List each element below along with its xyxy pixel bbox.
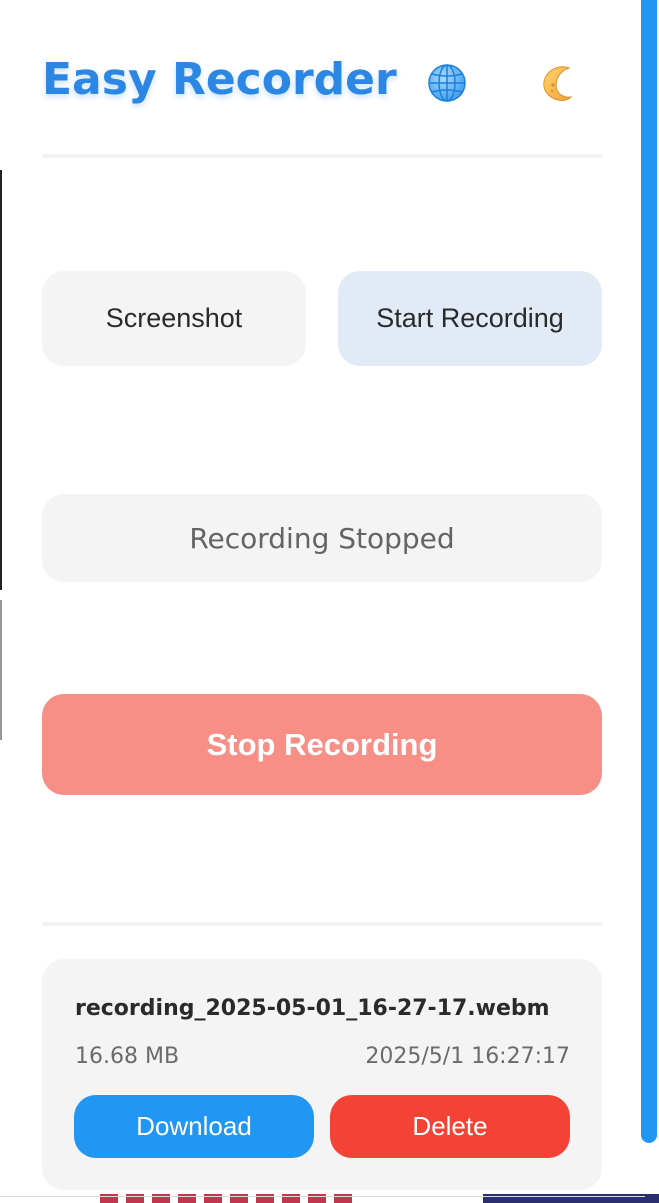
download-button[interactable]: Download <box>74 1095 314 1158</box>
language-button[interactable] <box>424 60 470 106</box>
scrollbar-thumb[interactable] <box>641 0 657 1143</box>
recording-timestamp: 2025/5/1 16:27:17 <box>365 1044 570 1069</box>
theme-toggle-button[interactable] <box>536 60 582 106</box>
recording-item: recording_2025-05-01_16-27-17.webm 16.68… <box>42 959 602 1190</box>
app-title: Easy Recorder <box>42 54 397 105</box>
start-recording-button[interactable]: Start Recording <box>338 271 602 366</box>
screenshot-button[interactable]: Screenshot <box>42 271 306 366</box>
moon-icon <box>543 66 573 101</box>
window-edge-lower <box>0 600 2 740</box>
popup-border <box>0 1196 645 1197</box>
stop-recording-button[interactable]: Stop Recording <box>42 694 602 795</box>
window-edge <box>0 170 2 590</box>
recording-size: 16.68 MB <box>75 1044 180 1069</box>
globe-icon <box>428 64 466 102</box>
recorder-popup: Easy Recorder Screenshot Start Recording… <box>0 0 659 1203</box>
recording-filename: recording_2025-05-01_16-27-17.webm <box>75 996 550 1021</box>
recording-status: Recording Stopped <box>42 494 602 582</box>
delete-button[interactable]: Delete <box>330 1095 570 1158</box>
header-divider <box>42 154 602 158</box>
recordings-divider <box>42 922 602 926</box>
